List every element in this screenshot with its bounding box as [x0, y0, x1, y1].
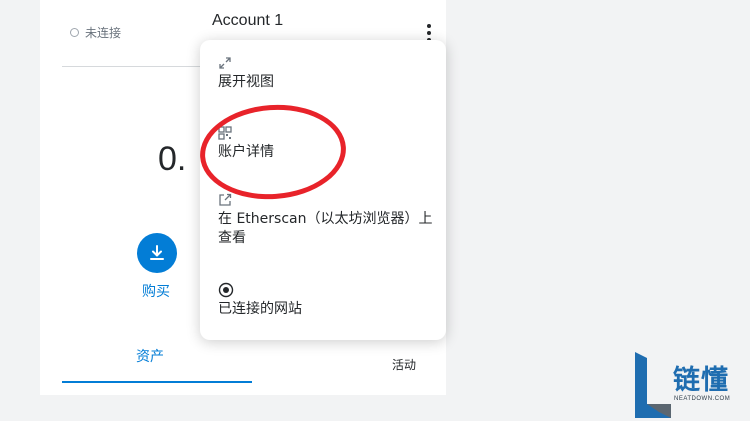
menu-item-expand-view[interactable]: 展开视图: [218, 55, 433, 92]
buy-label[interactable]: 购买: [142, 281, 170, 301]
watermark-brand: 链懂: [673, 365, 729, 396]
status-dot-icon: [70, 28, 79, 37]
menu-item-label: 已连接的网站: [218, 301, 302, 317]
watermark-logo: 链懂 NEATDOWN.COM: [635, 352, 747, 418]
account-name[interactable]: Account 1: [212, 12, 283, 30]
menu-item-connected-sites[interactable]: 已连接的网站: [218, 282, 433, 319]
logo-l-icon: [635, 352, 671, 418]
menu-item-view-on-etherscan[interactable]: 在 Etherscan（以太坊浏览器）上查看: [218, 192, 433, 248]
connection-status[interactable]: 未连接: [70, 24, 121, 41]
download-icon: [150, 245, 164, 260]
connected-sites-icon: [218, 282, 234, 298]
expand-icon: [219, 57, 231, 69]
menu-item-label: 在 Etherscan（以太坊浏览器）上查看: [218, 211, 433, 246]
connection-status-label: 未连接: [85, 26, 122, 40]
active-tab-indicator: [62, 381, 252, 383]
buy-button[interactable]: [137, 233, 177, 273]
tab-activity[interactable]: 活动: [392, 356, 416, 373]
balance-amount: 0.: [158, 140, 187, 178]
watermark-domain: NEATDOWN.COM: [674, 396, 731, 402]
external-link-icon: [219, 193, 232, 206]
tab-assets[interactable]: 资产: [136, 346, 164, 366]
menu-item-label: 展开视图: [218, 74, 274, 90]
